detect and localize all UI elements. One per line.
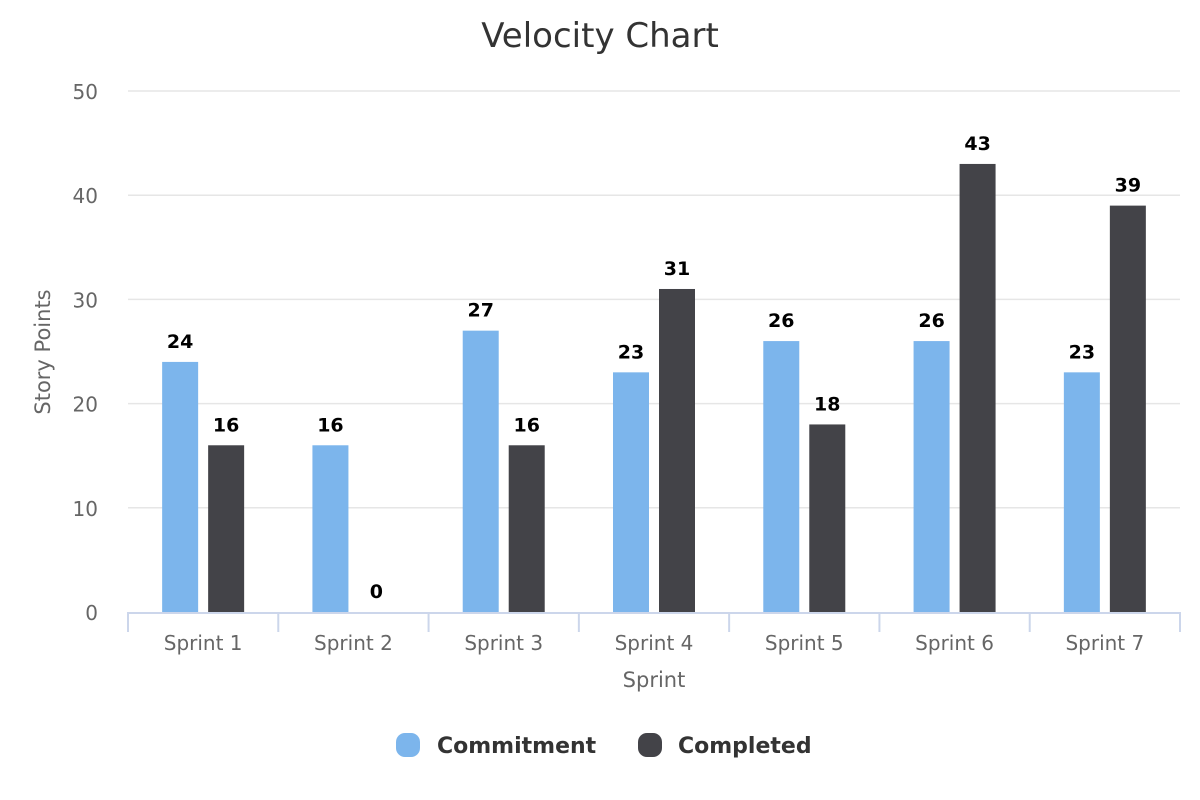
data-label: 18 xyxy=(814,393,840,415)
y-tick-label: 30 xyxy=(73,288,98,312)
x-tick-label: Sprint 1 xyxy=(164,631,243,655)
y-axis-title: Story Points xyxy=(31,289,55,414)
legend-marker-commitment xyxy=(396,733,420,757)
x-tick-label: Sprint 6 xyxy=(915,631,994,655)
x-tick-label: Sprint 7 xyxy=(1065,631,1144,655)
x-axis-title: Sprint xyxy=(623,668,686,692)
bar-commitment xyxy=(613,372,649,612)
data-label: 16 xyxy=(513,414,539,436)
x-tick-label: Sprint 2 xyxy=(314,631,393,655)
x-tick-label: Sprint 5 xyxy=(765,631,844,655)
bar-commitment xyxy=(763,341,800,612)
bar-completed xyxy=(508,445,545,612)
y-tick-label: 50 xyxy=(73,80,98,104)
data-label: 39 xyxy=(1115,175,1141,197)
x-tick-label: Sprint 3 xyxy=(464,631,543,655)
legend: Commitment Completed xyxy=(396,733,812,759)
legend-label-completed: Completed xyxy=(678,734,812,759)
data-label: 16 xyxy=(317,414,343,436)
data-label: 24 xyxy=(167,331,193,353)
legend-marker-completed xyxy=(638,733,662,757)
data-label: 43 xyxy=(964,133,990,155)
y-tick-label: 0 xyxy=(85,601,98,625)
bar-commitment xyxy=(913,341,950,612)
data-label: 0 xyxy=(370,581,383,603)
chart-title: Velocity Chart xyxy=(481,16,719,56)
grid-lines xyxy=(128,90,1180,509)
bar-commitment xyxy=(312,445,349,612)
bar-completed xyxy=(959,163,996,612)
bar-commitment xyxy=(162,361,199,612)
data-label: 26 xyxy=(918,310,944,332)
bar-completed xyxy=(1109,205,1146,612)
x-axis xyxy=(127,612,1181,632)
bars xyxy=(162,163,1146,612)
y-tick-label: 40 xyxy=(73,184,98,208)
data-label: 27 xyxy=(467,300,493,322)
bar-commitment xyxy=(1063,372,1100,612)
y-axis-ticks: 0 10 20 30 40 50 xyxy=(73,80,98,625)
x-axis-ticks: Sprint 1 Sprint 2 Sprint 3 Sprint 4 Sprint 5… xyxy=(164,631,1144,655)
legend-label-commitment: Commitment xyxy=(437,734,597,759)
y-tick-label: 20 xyxy=(73,393,98,417)
bar-commitment xyxy=(462,330,499,612)
bar-completed xyxy=(659,288,695,612)
bar-completed xyxy=(809,424,846,612)
bar-completed xyxy=(208,445,245,612)
data-label: 23 xyxy=(1069,341,1095,363)
x-tick-label: Sprint 4 xyxy=(615,631,694,655)
data-label: 31 xyxy=(664,258,690,280)
y-tick-label: 10 xyxy=(73,497,98,521)
data-label: 16 xyxy=(213,414,239,436)
data-label: 26 xyxy=(768,310,794,332)
data-label: 23 xyxy=(618,341,644,363)
velocity-chart: Velocity Chart 01020304050 Story Points … xyxy=(31,16,1181,759)
